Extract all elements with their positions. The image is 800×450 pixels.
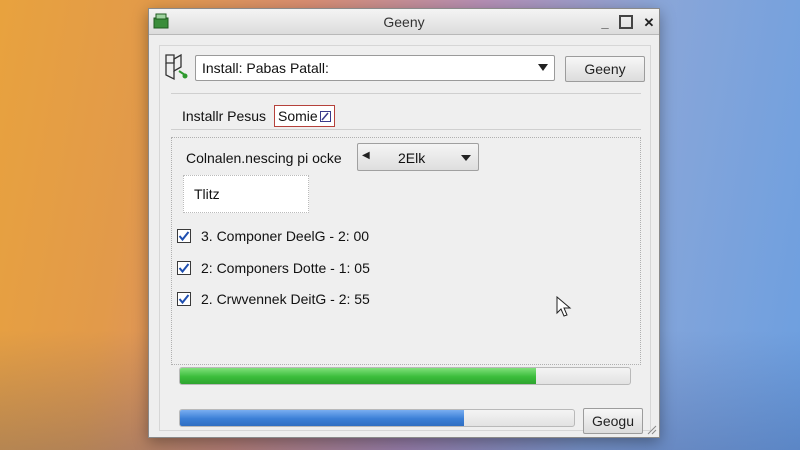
- connection-label: Colnalen.nescing pi ocke: [186, 150, 342, 166]
- chevron-down-icon[interactable]: [538, 64, 548, 71]
- component-checkbox[interactable]: [177, 261, 191, 275]
- component-label: 3. Componer DeelG - 2: 00: [201, 228, 370, 244]
- installer-window: Geeny _ ✕ Install: Pabas Patall: Geeny I…: [148, 8, 660, 438]
- divider: [171, 93, 641, 94]
- package-combobox[interactable]: Install: Pabas Patall:: [195, 55, 555, 81]
- mouse-cursor-icon: [556, 296, 572, 317]
- close-button[interactable]: ✕: [641, 14, 657, 30]
- checkmark-icon: [178, 231, 190, 242]
- chevron-down-icon[interactable]: [461, 155, 471, 161]
- text-field[interactable]: Tlitz: [183, 175, 309, 213]
- maximize-button[interactable]: [619, 15, 633, 29]
- checkmark-icon: [178, 263, 190, 274]
- connection-spinner[interactable]: ◀ 2Elk: [357, 143, 479, 171]
- package-combobox-value: Install: Pabas Patall:: [202, 60, 329, 76]
- current-progress-fill: [180, 410, 464, 426]
- component-label: 2. Crwvennek DeitG - 2: 55: [201, 291, 370, 307]
- component-label: 2: Componers Dotte - 1: 05: [201, 260, 370, 276]
- component-item[interactable]: 3. Componer DeelG - 2: 00: [177, 227, 369, 245]
- component-checkbox[interactable]: [177, 229, 191, 243]
- window-title: Geeny: [383, 14, 425, 30]
- install-tag-label: Somie: [278, 108, 318, 124]
- options-group: [171, 137, 641, 365]
- resize-grip-icon[interactable]: [645, 423, 657, 435]
- component-checkbox[interactable]: [177, 292, 191, 306]
- checkmark-icon: [178, 294, 190, 305]
- install-label: Installr Pesus: [182, 108, 267, 124]
- install-tag[interactable]: Somie: [274, 105, 335, 127]
- overall-progress-bar: [179, 367, 631, 385]
- title-bar[interactable]: Geeny _ ✕: [149, 9, 659, 35]
- divider: [171, 129, 641, 130]
- minimize-button[interactable]: _: [597, 14, 613, 30]
- geeny-button[interactable]: Geeny: [565, 56, 645, 82]
- geogu-button[interactable]: Geogu: [583, 408, 643, 434]
- spinner-value: 2Elk: [398, 150, 426, 166]
- spinner-left-arrow[interactable]: ◀: [362, 150, 370, 161]
- package-icon: [165, 53, 188, 81]
- component-item[interactable]: 2: Componers Dotte - 1: 05: [177, 259, 370, 277]
- component-item[interactable]: 2. Crwvennek DeitG - 2: 55: [177, 290, 370, 308]
- current-progress-bar: [179, 409, 575, 427]
- tag-icon: [319, 110, 331, 122]
- overall-progress-fill: [180, 368, 536, 384]
